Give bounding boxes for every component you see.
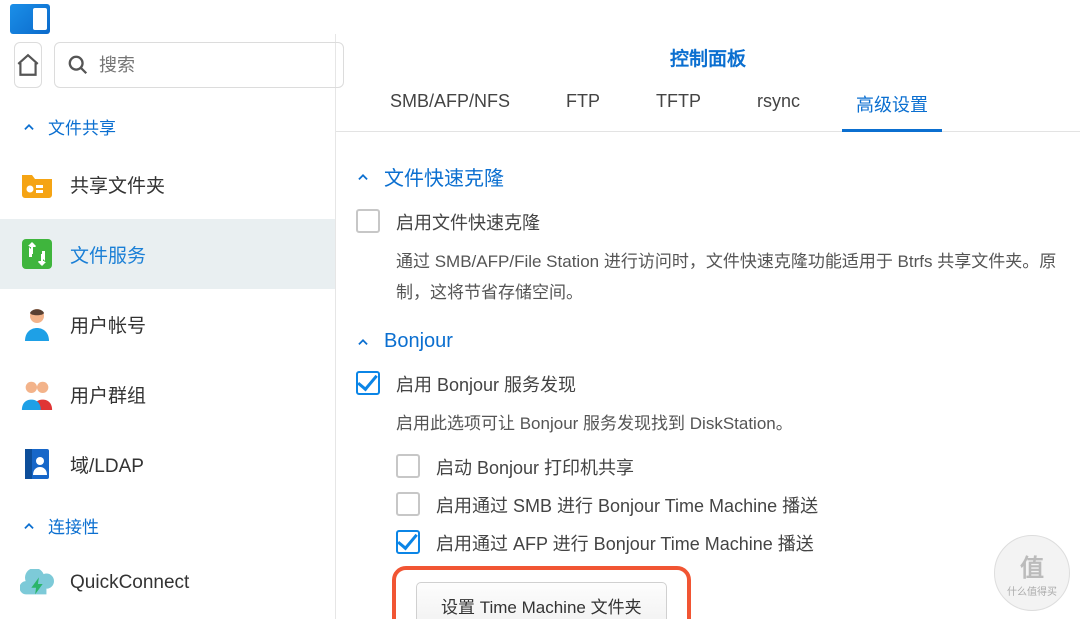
sidebar-item-label: 域/LDAP xyxy=(70,451,144,478)
tab-advanced[interactable]: 高级设置 xyxy=(828,77,956,131)
settings-pane: 文件快速克隆 启用文件快速克隆 通过 SMB/AFP/File Station … xyxy=(336,132,1080,619)
watermark-badge: 值 什么值得买 xyxy=(994,535,1070,611)
watermark-char: 值 xyxy=(1020,548,1044,583)
sidebar-item-label: 用户群组 xyxy=(70,381,146,408)
checkbox-bonjour-afp-tm[interactable] xyxy=(396,530,420,554)
control-panel-window: 文件共享 共享文件夹 文件服务 用户帐号 用户群组 xyxy=(0,34,1080,619)
sidebar-item-label: 文件服务 xyxy=(70,241,146,268)
row-bonjour-printer: 启动 Bonjour 打印机共享 xyxy=(396,454,1060,480)
page-title: 控制面板 xyxy=(336,34,1080,77)
sidebar-item-label: QuickConnect xyxy=(70,572,189,594)
home-button[interactable] xyxy=(14,42,42,88)
checkbox-enable-clone[interactable] xyxy=(356,209,380,233)
main-panel: 控制面板 SMB/AFP/NFS FTP TFTP rsync 高级设置 文件快… xyxy=(336,34,1080,619)
quickconnect-icon xyxy=(20,566,54,600)
tab-rsync[interactable]: rsync xyxy=(729,77,828,131)
category-connectivity[interactable]: 连接性 xyxy=(0,499,335,548)
checkbox-bonjour-smb-tm[interactable] xyxy=(396,492,420,516)
checkbox-label: 启用通过 SMB 进行 Bonjour Time Machine 播送 xyxy=(436,492,818,518)
group-icon xyxy=(20,377,54,411)
row-enable-clone: 启用文件快速克隆 xyxy=(356,209,1060,235)
search-input[interactable] xyxy=(99,55,331,76)
category-file-sharing[interactable]: 文件共享 xyxy=(0,100,335,149)
row-enable-bonjour: 启用 Bonjour 服务发现 xyxy=(356,371,1060,397)
sidebar-item-quickconnect[interactable]: QuickConnect xyxy=(0,548,335,618)
checkbox-label: 启用 Bonjour 服务发现 xyxy=(396,371,576,397)
domain-ldap-icon xyxy=(20,447,54,481)
sidebar-item-domain-ldap[interactable]: 域/LDAP xyxy=(0,429,335,499)
checkbox-label: 启用文件快速克隆 xyxy=(396,209,540,235)
home-icon xyxy=(15,52,41,78)
watermark-text: 什么值得买 xyxy=(1007,583,1057,598)
sidebar-item-label: 用户帐号 xyxy=(70,311,146,338)
chevron-up-icon xyxy=(22,120,36,134)
sidebar-item-shared-folder[interactable]: 共享文件夹 xyxy=(0,149,335,219)
chevron-up-icon xyxy=(22,519,36,533)
tab-bar: SMB/AFP/NFS FTP TFTP rsync 高级设置 xyxy=(336,77,1080,132)
set-time-machine-folder-button[interactable]: 设置 Time Machine 文件夹 xyxy=(416,582,667,619)
section-title: Bonjour xyxy=(384,330,453,353)
sidebar-top xyxy=(0,34,335,100)
user-icon xyxy=(20,307,54,341)
checkbox-bonjour-printer[interactable] xyxy=(396,454,420,478)
checkbox-enable-bonjour[interactable] xyxy=(356,371,380,395)
sidebar-item-group[interactable]: 用户群组 xyxy=(0,359,335,429)
tab-ftp[interactable]: FTP xyxy=(538,77,628,131)
sidebar: 文件共享 共享文件夹 文件服务 用户帐号 用户群组 xyxy=(0,34,336,619)
sidebar-item-user[interactable]: 用户帐号 xyxy=(0,289,335,359)
section-bonjour[interactable]: Bonjour xyxy=(356,330,1060,353)
search-field[interactable] xyxy=(54,42,344,88)
clone-description: 通过 SMB/AFP/File Station 进行访问时，文件快速克隆功能适用… xyxy=(396,247,1060,308)
search-icon xyxy=(67,54,89,76)
tab-tftp[interactable]: TFTP xyxy=(628,77,729,131)
bonjour-description: 启用此选项可让 Bonjour 服务发现找到 DiskStation。 xyxy=(396,409,1060,440)
sidebar-item-label: 共享文件夹 xyxy=(70,171,165,198)
category-label: 连接性 xyxy=(48,513,99,538)
app-logo-icon xyxy=(10,4,50,34)
section-file-clone[interactable]: 文件快速克隆 xyxy=(356,162,1060,191)
tab-smb-afp-nfs[interactable]: SMB/AFP/NFS xyxy=(362,77,538,131)
shared-folder-icon xyxy=(20,167,54,201)
chevron-up-icon xyxy=(356,334,370,350)
tm-folder-highlight: 设置 Time Machine 文件夹 xyxy=(392,566,691,619)
row-bonjour-afp-tm: 启用通过 AFP 进行 Bonjour Time Machine 播送 xyxy=(396,530,1060,556)
row-bonjour-smb-tm: 启用通过 SMB 进行 Bonjour Time Machine 播送 xyxy=(396,492,1060,518)
category-label: 文件共享 xyxy=(48,114,116,139)
file-services-icon xyxy=(20,237,54,271)
checkbox-label: 启动 Bonjour 打印机共享 xyxy=(436,454,634,480)
chevron-up-icon xyxy=(356,169,370,185)
checkbox-label: 启用通过 AFP 进行 Bonjour Time Machine 播送 xyxy=(436,530,814,556)
section-title: 文件快速克隆 xyxy=(384,162,504,191)
sidebar-item-file-services[interactable]: 文件服务 xyxy=(0,219,335,289)
